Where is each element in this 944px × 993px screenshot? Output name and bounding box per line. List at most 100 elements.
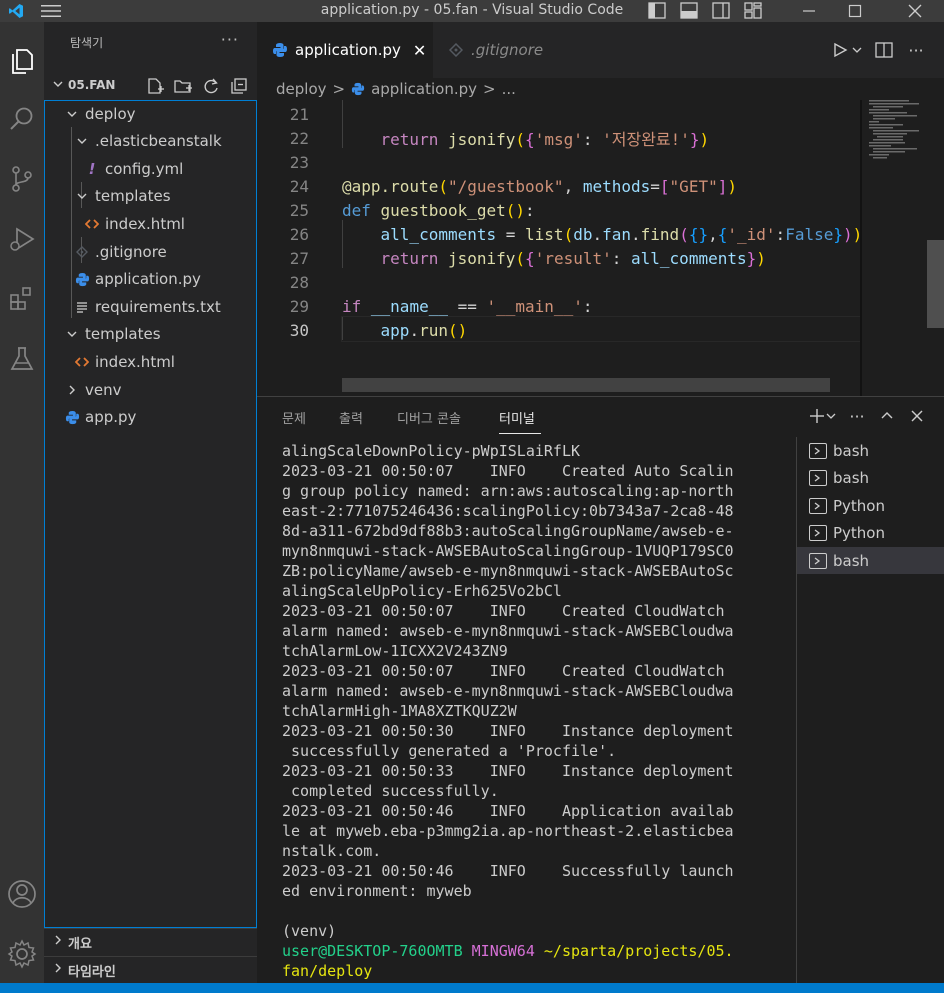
tree-item[interactable]: requirements.txt <box>45 293 256 320</box>
more-actions-icon[interactable]: ··· <box>848 405 866 427</box>
tree-item-label: application.py <box>95 270 201 289</box>
terminal-line: 8d-a311-672bd9df88b3:autoScalingGroupNam… <box>282 522 734 540</box>
run-and-debug-icon[interactable] <box>0 217 44 261</box>
outline-section[interactable]: 개요 <box>44 928 257 955</box>
tree-item[interactable]: ! config.yml <box>45 155 256 182</box>
tree-item-label: index.html <box>105 214 185 233</box>
tree-item[interactable]: deploy <box>45 100 256 127</box>
tab-terminal[interactable]: 터미널 <box>499 408 535 427</box>
terminal-line: alingScaleUpPolicy-Erh625Vo2bCl <box>282 582 562 600</box>
minimap[interactable] <box>867 100 927 160</box>
customize-layout-icon[interactable] <box>744 2 762 19</box>
terminal-session-item[interactable]: Python <box>797 492 944 519</box>
text-file-icon <box>73 298 91 316</box>
file-tree: deploy .elasticbeanstalk! config.yml templa… <box>44 100 257 928</box>
terminal-profiles-chevron-icon[interactable] <box>826 405 836 427</box>
minimize-button[interactable] <box>786 0 832 22</box>
horizontal-scrollbar[interactable] <box>342 378 830 392</box>
tree-item[interactable]: templates <box>45 183 256 210</box>
terminal-prompt: user@DESKTOP-760OMTB MINGW64 ~/sparta/pr… <box>282 941 737 961</box>
tree-item-label: .elasticbeanstalk <box>95 132 222 151</box>
tab-problems[interactable]: 문제 <box>282 408 306 427</box>
terminal-sessions-list: bash bash Python Python bash <box>796 437 944 984</box>
yaml-file-icon: ! <box>88 159 96 178</box>
toggle-panel-icon[interactable] <box>680 2 698 19</box>
split-editor-icon[interactable] <box>874 40 894 60</box>
breadcrumb-file[interactable]: application.py <box>371 80 477 98</box>
terminal-line: tchAlarmLow-1ICXX2V243ZN9 <box>282 642 508 660</box>
terminal-line: 2023-03-21 00:50:07 INFO Created CloudWa… <box>282 602 725 620</box>
extensions-icon[interactable] <box>0 277 44 321</box>
code-line: 24 @app.route("/guestbook", methods=["GET… <box>289 176 737 196</box>
chevron-down-icon <box>63 105 81 123</box>
timeline-section[interactable]: 타임라인 <box>44 956 257 983</box>
close-panel-icon[interactable] <box>908 405 926 427</box>
explorer-icon[interactable] <box>0 37 44 81</box>
collapse-all-icon[interactable] <box>229 77 249 95</box>
close-window-button[interactable] <box>892 0 938 22</box>
tree-item[interactable]: app.py <box>45 404 256 431</box>
run-options-chevron-icon[interactable] <box>852 40 862 60</box>
terminal-line: tchAlarmHigh-1MA8XZTKQUZ2W <box>282 702 517 720</box>
terminal-session-item[interactable]: bash <box>797 465 944 492</box>
accounts-icon[interactable] <box>0 872 44 916</box>
settings-gear-icon[interactable] <box>0 932 44 976</box>
tree-item-label: .gitignore <box>95 242 167 261</box>
code-line: 23 <box>289 152 309 172</box>
new-file-icon[interactable] <box>145 77 165 95</box>
vertical-scrollbar[interactable] <box>927 240 944 328</box>
prompt-user: user@DESKTOP-760OMTB <box>282 942 463 960</box>
new-folder-icon[interactable] <box>173 77 193 95</box>
more-actions-icon[interactable]: ··· <box>221 30 239 49</box>
code-editor[interactable]: 21 22 return jsonify({'msg': '저장완료!'}) 2… <box>257 100 944 396</box>
tab-output[interactable]: 출력 <box>339 408 363 427</box>
terminal-line: alarm named: awseb-e-myn8nmquwi-stack-AW… <box>282 622 734 640</box>
terminal-line: (venv) <box>282 922 337 940</box>
tree-item-label: config.yml <box>105 159 184 178</box>
tab-gitignore[interactable]: .gitignore <box>433 22 583 78</box>
tree-item[interactable]: index.html <box>45 210 256 237</box>
tree-item[interactable]: .gitignore <box>45 238 256 265</box>
source-control-icon[interactable] <box>0 157 44 201</box>
run-python-file-icon[interactable] <box>830 40 850 60</box>
terminal-session-item[interactable]: bash <box>797 437 944 464</box>
new-terminal-plus-icon[interactable] <box>808 405 826 427</box>
terminal-output[interactable]: alingScaleDownPolicy-pWpISLaiRfLK 2023-03… <box>282 441 737 984</box>
sidebar-header: 탐색기 ··· <box>44 22 257 62</box>
tree-item[interactable]: templates <box>45 321 256 348</box>
prompt-host: MINGW64 <box>471 942 535 960</box>
terminal-prompt-icon <box>809 497 827 514</box>
python-file-icon <box>271 41 289 59</box>
toggle-secondary-sidebar-icon[interactable] <box>712 2 730 19</box>
code-line: 21 <box>289 104 309 124</box>
workspace-folder-header[interactable]: 05.FAN <box>44 71 257 99</box>
terminal-session-item[interactable]: Python <box>797 520 944 547</box>
refresh-icon[interactable] <box>201 77 221 95</box>
python-file-icon <box>63 408 81 426</box>
tree-item[interactable]: application.py <box>45 266 256 293</box>
tab-debug-console[interactable]: 디버그 콘솔 <box>397 408 461 427</box>
prompt-path: ~/sparta/projects/05. <box>543 942 734 960</box>
terminal-session-item[interactable]: bash <box>797 547 944 575</box>
search-icon[interactable] <box>0 97 44 141</box>
panel-tabs: 문제 출력 디버그 콘솔 터미널 ··· <box>257 397 944 437</box>
tree-item[interactable]: venv <box>45 376 256 403</box>
status-bar <box>0 983 944 993</box>
tree-item[interactable]: .elasticbeanstalk <box>45 128 256 155</box>
close-tab-icon[interactable]: ✕ <box>413 41 426 60</box>
terminal-line: myn8nmquwi-stack-AWSEBAutoScalingGroup-1… <box>282 542 734 560</box>
tab-application-py[interactable]: application.py ✕ <box>257 22 433 78</box>
terminal-line: 2023-03-21 00:50:30 INFO Instance deploy… <box>282 722 734 740</box>
maximize-panel-chevron-up-icon[interactable] <box>878 405 896 427</box>
git-file-icon <box>73 243 91 261</box>
tab-label: application.py <box>295 41 401 59</box>
testing-flask-icon[interactable] <box>0 337 44 381</box>
more-actions-icon[interactable]: ··· <box>906 40 926 60</box>
maximize-button[interactable] <box>832 0 878 22</box>
editor-tabs: application.py ✕ .gitignore ··· <box>257 22 944 78</box>
breadcrumb-folder[interactable]: deploy <box>276 80 327 98</box>
terminal-prompt-icon <box>809 525 827 542</box>
toggle-primary-sidebar-icon[interactable] <box>648 2 666 19</box>
breadcrumb-symbol[interactable]: ... <box>502 80 516 98</box>
tree-item[interactable]: index.html <box>45 348 256 375</box>
